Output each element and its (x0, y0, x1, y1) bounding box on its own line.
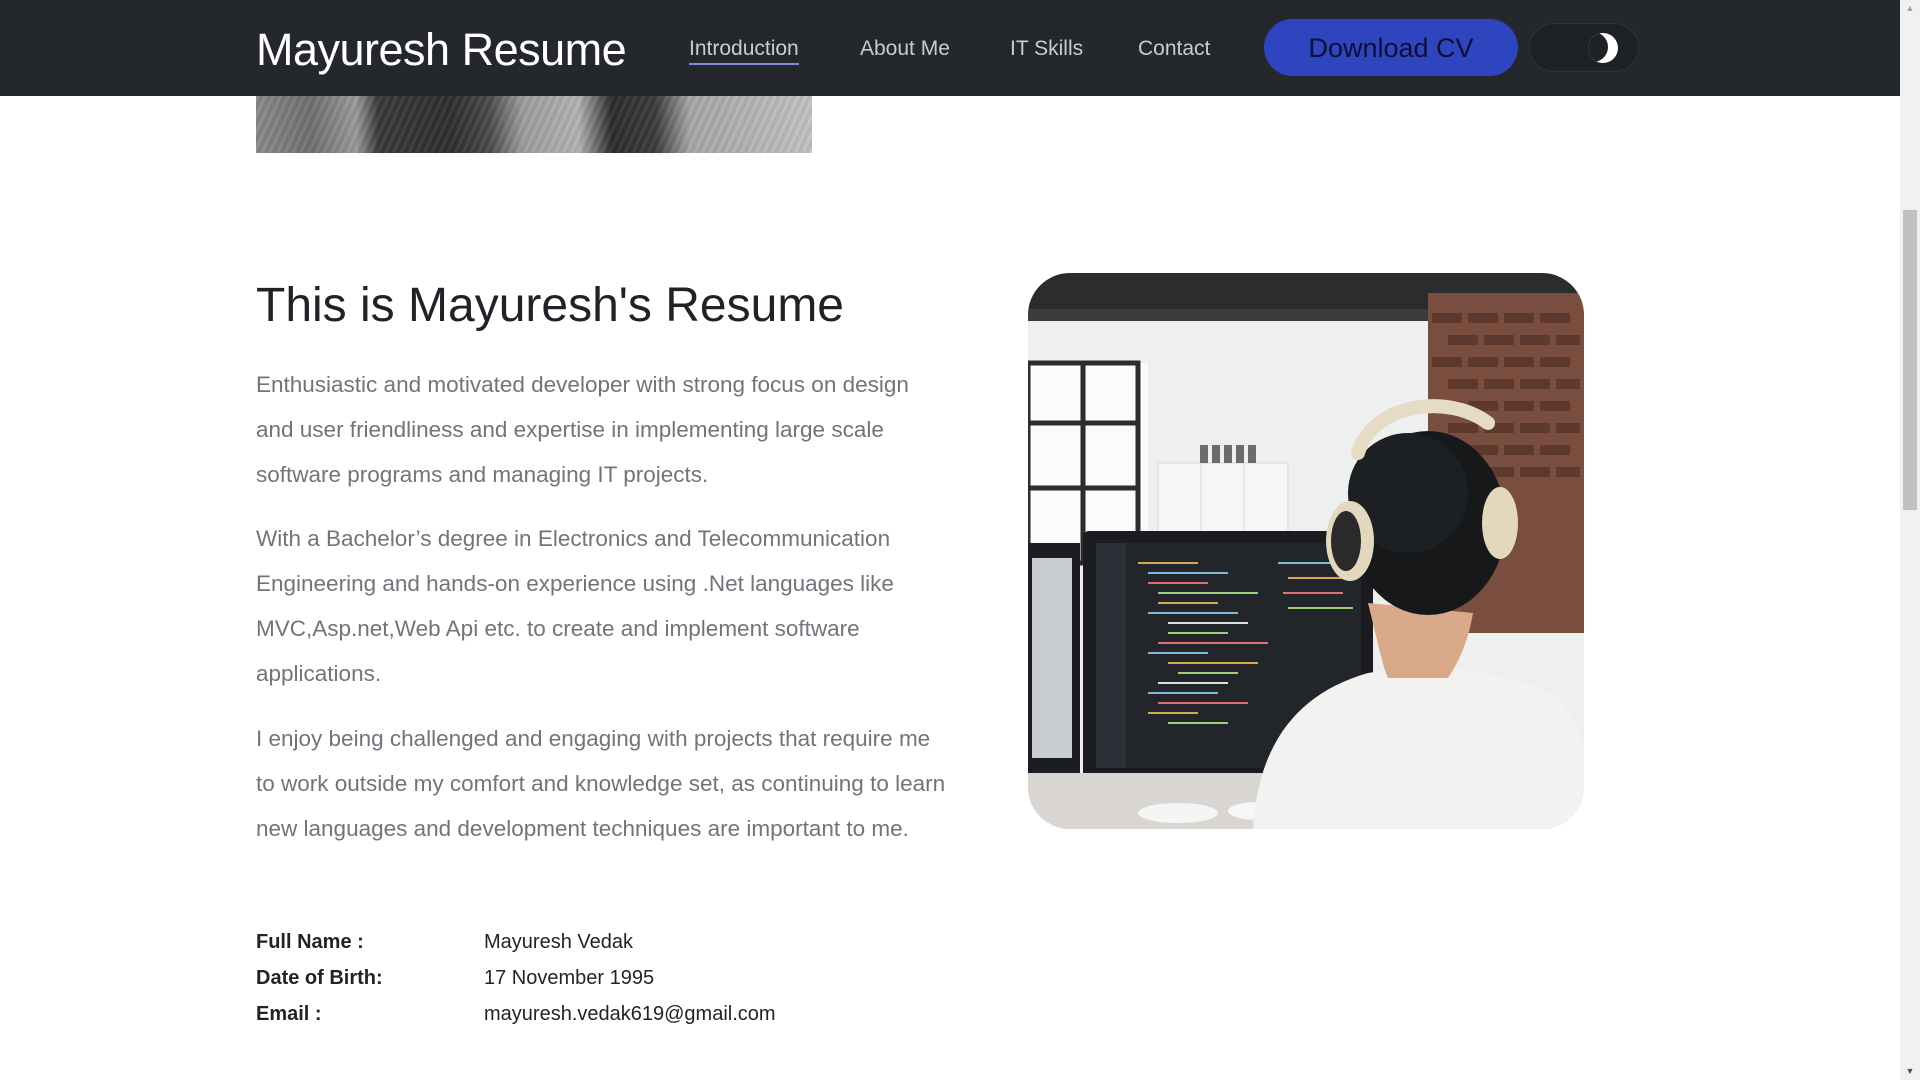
brand-logo-link[interactable]: Mayuresh Resume (256, 22, 627, 78)
nav-link-about-me[interactable]: About Me (860, 36, 950, 62)
intro-paragraph-1: Enthusiastic and motivated developer wit… (256, 372, 909, 487)
detail-row-date-of-birth: Date of Birth: 17 November 1995 (256, 962, 856, 998)
scroll-down-arrow-icon[interactable]: ▼ (1900, 1063, 1920, 1080)
detail-value: 17 November 1995 (484, 967, 655, 989)
intro-title: This is Mayuresh's Resume (256, 279, 844, 332)
theme-toggle-switch[interactable] (1529, 23, 1639, 72)
intro-paragraph-2: With a Bachelor’s degree in Electronics … (256, 526, 894, 686)
nav-link-introduction[interactable]: Introduction (689, 36, 799, 65)
download-cv-button[interactable]: Download CV (1264, 19, 1518, 76)
detail-label: Date of Birth: (256, 967, 383, 989)
intro-paragraph-3: I enjoy being challenged and engaging wi… (256, 726, 946, 841)
nav-link-it-skills[interactable]: IT Skills (1010, 36, 1083, 62)
detail-row-full-name: Full Name : Mayuresh Vedak (256, 926, 856, 962)
vertical-scrollbar[interactable]: ▲ ▼ (1900, 0, 1920, 1080)
detail-row-email: Email : mayuresh.vedak619@gmail.com (256, 998, 856, 1034)
detail-value: Mayuresh Vedak (484, 931, 633, 953)
top-navbar: Mayuresh Resume Introduction About Me IT… (0, 0, 1900, 96)
detail-label: Full Name : (256, 931, 364, 953)
detail-value[interactable]: mayuresh.vedak619@gmail.com (484, 998, 776, 1030)
detail-label: Email : (256, 1003, 322, 1025)
personal-details: Full Name : Mayuresh Vedak Date of Birth… (256, 926, 856, 1034)
nav-link-contact[interactable]: Contact (1138, 36, 1210, 62)
scroll-up-arrow-icon[interactable]: ▲ (1900, 0, 1920, 17)
developer-workspace-photo (1028, 273, 1584, 829)
profile-photo-partial (256, 96, 812, 153)
scrollbar-thumb[interactable] (1903, 210, 1917, 510)
moon-icon (1588, 33, 1618, 63)
